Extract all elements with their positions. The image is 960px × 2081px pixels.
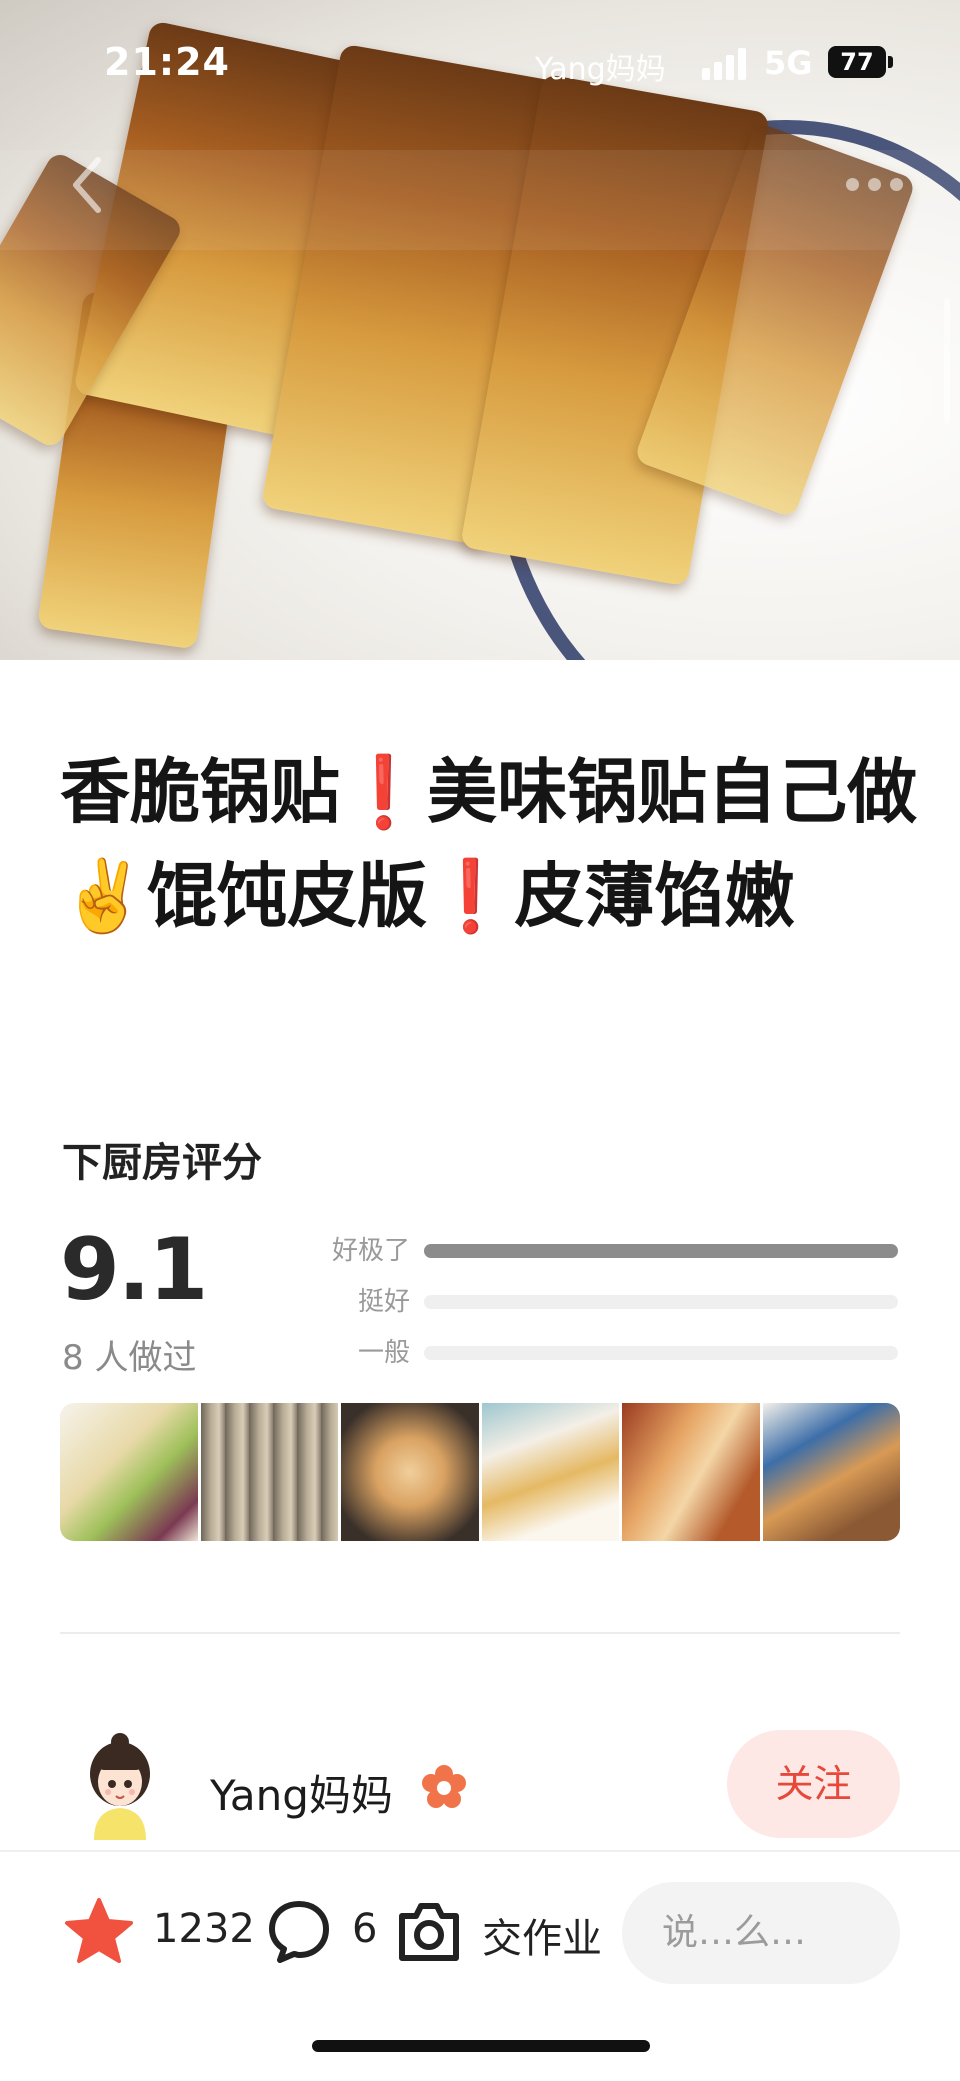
rating-row-good: 挺好: [300, 1281, 900, 1321]
rating-row-average: 一般: [300, 1332, 900, 1372]
status-time: 21:24: [104, 40, 230, 84]
recipe-title: 香脆锅贴❗美味锅贴自己做✌️馄饨皮版❗皮薄馅嫩: [60, 740, 920, 948]
section-divider: [60, 1632, 900, 1634]
title-part-1: 香脆锅贴: [60, 751, 340, 833]
author-name[interactable]: Yang妈妈: [210, 1762, 393, 1823]
title-part-3: 馄饨皮版: [147, 855, 428, 937]
status-bar: 21:24 Yang妈妈 5G 77: [0, 0, 960, 130]
network-type: 5G: [764, 44, 813, 82]
author-avatar[interactable]: [80, 1732, 160, 1840]
nav-overlay: [0, 150, 960, 250]
made-count[interactable]: 8 人做过: [62, 1330, 196, 1379]
user-photos-strip[interactable]: [60, 1403, 900, 1541]
follow-button[interactable]: 关注: [727, 1730, 900, 1838]
comment-bubble-icon[interactable]: [266, 1898, 332, 1964]
rating-fill: [424, 1244, 898, 1258]
victory-hand-emoji: ✌️: [60, 855, 148, 937]
rating-score: 9.1: [60, 1220, 208, 1320]
rating-row-excellent: 好极了: [300, 1230, 900, 1270]
likes-count[interactable]: 1232: [153, 1906, 255, 1952]
exclamation-mark: ❗: [427, 855, 515, 937]
user-photo[interactable]: [481, 1403, 619, 1541]
rating-label: 下厨房评分: [62, 1140, 262, 1186]
rating-row-label: 挺好: [357, 1287, 410, 1317]
back-arrow-icon[interactable]: [58, 150, 118, 220]
rating-row-label: 一般: [357, 1338, 410, 1368]
status-carrier: Yang妈妈: [535, 52, 666, 87]
verified-flower-icon: [420, 1764, 468, 1812]
title-part-4: 皮薄馅嫩: [514, 855, 795, 937]
battery-icon: 77: [828, 46, 886, 78]
signal-icon: [702, 48, 750, 80]
title-part-2: 美味锅贴自己做: [427, 751, 918, 833]
user-photo[interactable]: [762, 1403, 900, 1541]
scroll-indicator: [944, 298, 950, 424]
star-icon[interactable]: [64, 1896, 134, 1966]
home-indicator[interactable]: [312, 2040, 650, 2052]
rating-track: [424, 1244, 898, 1258]
rating-track: [424, 1295, 898, 1309]
rating-row-label: 好极了: [331, 1236, 410, 1266]
user-photo[interactable]: [60, 1403, 198, 1541]
comment-input[interactable]: 说…么…: [622, 1882, 900, 1984]
rating-track: [424, 1346, 898, 1360]
comments-count[interactable]: 6: [352, 1906, 377, 1952]
user-photo[interactable]: [341, 1403, 479, 1541]
exclamation-mark: ❗: [340, 751, 428, 833]
battery-tip: [888, 56, 893, 68]
more-dots-icon[interactable]: [846, 172, 906, 196]
camera-icon[interactable]: [394, 1896, 464, 1966]
homework-label[interactable]: 交作业: [482, 1906, 602, 1964]
user-photo[interactable]: [200, 1403, 338, 1541]
user-photo[interactable]: [622, 1403, 760, 1541]
